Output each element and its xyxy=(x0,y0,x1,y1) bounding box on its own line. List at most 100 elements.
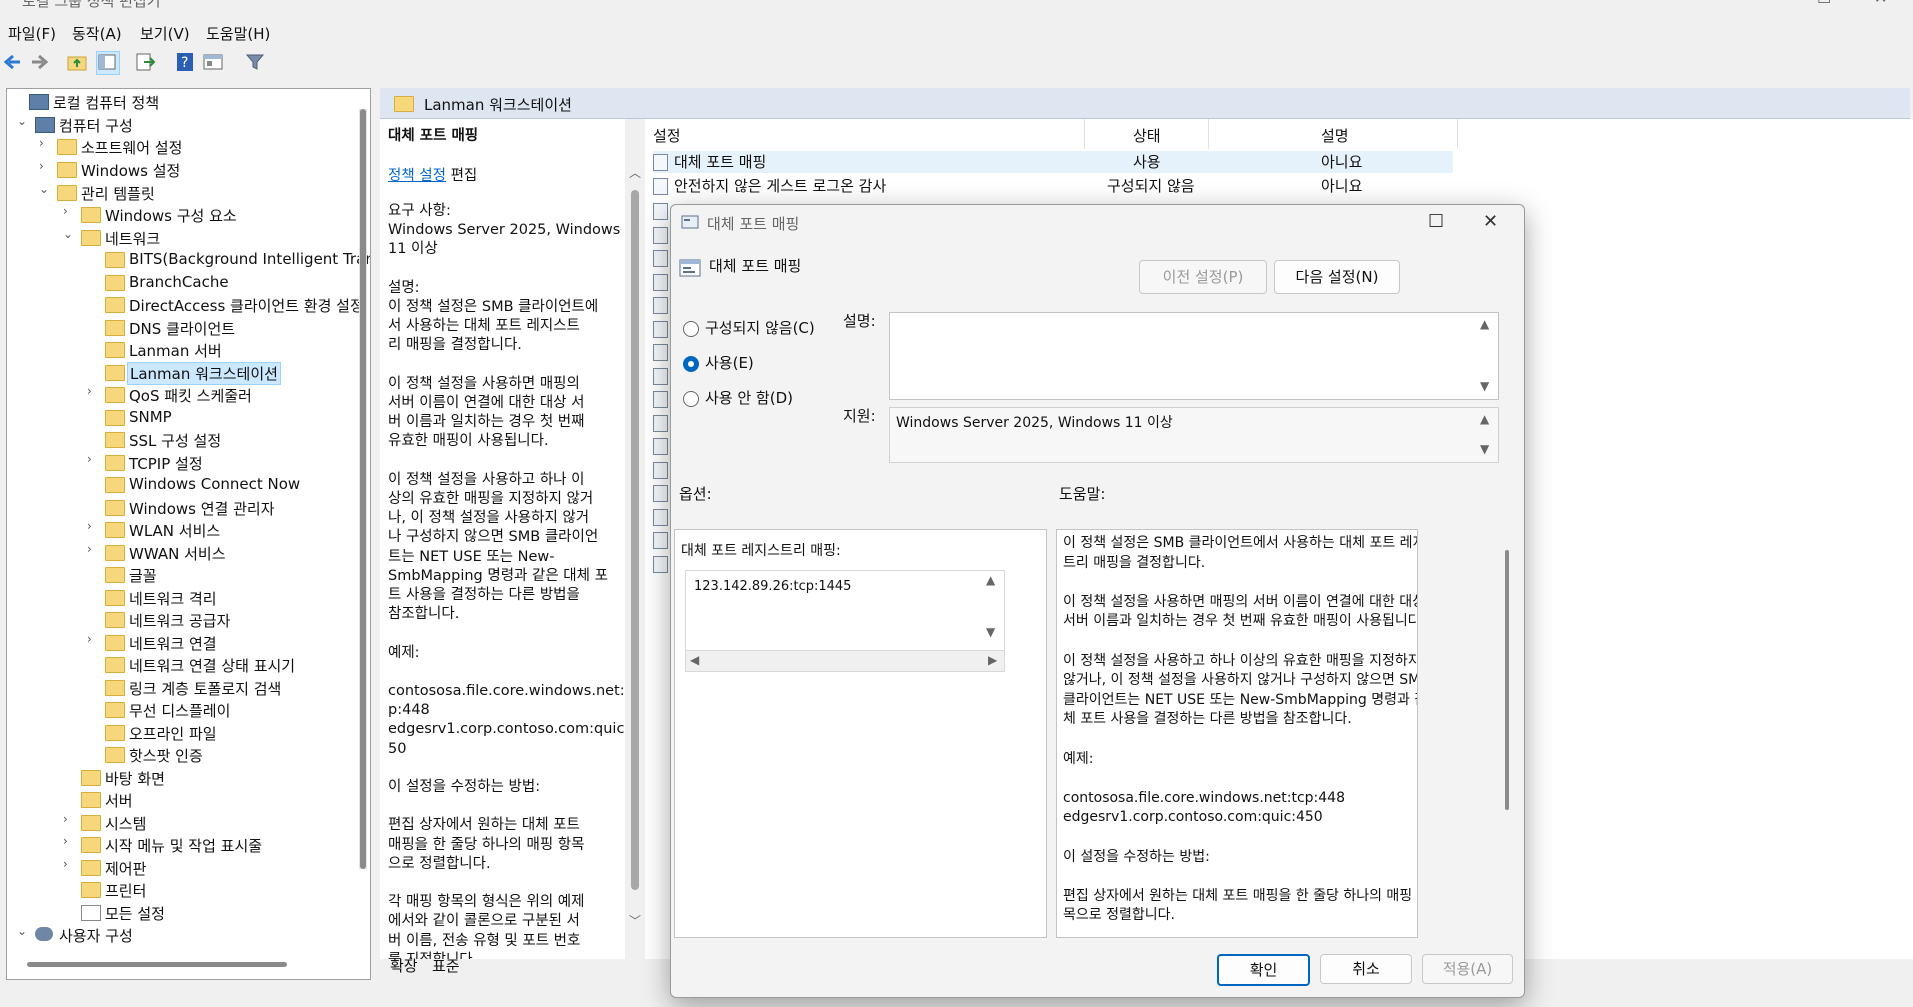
menu-help[interactable]: 도움말(H) xyxy=(206,23,270,44)
menu-view[interactable]: 보기(V) xyxy=(140,23,190,44)
heading-icon xyxy=(679,257,701,283)
menu-file[interactable]: 파일(F) xyxy=(8,23,56,44)
menu-action[interactable]: 동작(A) xyxy=(72,23,122,44)
help-label: 도움말: xyxy=(1059,485,1106,503)
up-folder-icon[interactable] xyxy=(66,51,88,73)
folder-icon xyxy=(105,612,125,628)
description-line: 상의 유효한 매핑을 지정하지 않거 xyxy=(388,491,594,507)
col-state[interactable]: 상태 xyxy=(1133,125,1161,146)
tab-standard[interactable]: 표준 xyxy=(432,955,460,976)
list-row[interactable]: 대체 포트 매핑 사용 아니요 xyxy=(653,151,1453,173)
help-icon[interactable]: ? xyxy=(174,51,196,73)
dialog-maximize-icon[interactable]: ☐ xyxy=(1428,211,1444,232)
help-line: 편집 상자에서 원하는 대체 포트 매핑을 한 줄당 하나의 매핑 항 xyxy=(1063,887,1418,904)
next-setting-button[interactable]: 다음 설정(N) xyxy=(1274,260,1400,294)
description-line: 서버 이름이 연결에 대한 대상 서 xyxy=(388,395,585,411)
tree-item-label: 서버 xyxy=(105,792,133,810)
folder-icon xyxy=(105,567,125,583)
folder-icon xyxy=(105,320,125,336)
description-line: 버 이름과 일치하는 경우 첫 번째 xyxy=(388,414,585,431)
chevron-right-icon[interactable]: › xyxy=(87,384,101,398)
tree-item-label: 시작 메뉴 및 작업 표시줄 xyxy=(105,837,263,855)
chevron-right-icon[interactable]: › xyxy=(87,519,101,533)
svg-text:?: ? xyxy=(181,55,188,71)
minimize-icon[interactable]: ─ xyxy=(1757,0,1767,7)
comment-label: 설명: xyxy=(843,312,876,330)
policy-icon xyxy=(653,438,668,455)
description-line: 서 사용하는 대체 포트 레지스트 xyxy=(388,318,580,335)
menu-bar: 파일(F) 동작(A) 보기(V) 도움말(H) xyxy=(0,18,1913,48)
help-line: 서버 이름과 일치하는 경우 첫 번째 유효한 매핑이 사용됩니다. xyxy=(1063,613,1418,630)
tab-extended[interactable]: 확장 xyxy=(390,955,418,976)
chevron-right-icon[interactable]: › xyxy=(39,159,53,173)
chevron-right-icon[interactable]: › xyxy=(87,452,101,466)
properties-icon[interactable] xyxy=(202,51,224,73)
chevron-right-icon[interactable]: › xyxy=(39,136,53,150)
description-line: 예제: xyxy=(388,644,420,661)
scroll-up-icon[interactable]: ︿ xyxy=(629,164,641,181)
toolbar: ? xyxy=(0,48,1913,78)
settings-list-icon xyxy=(81,905,101,921)
ok-button[interactable]: 확인 xyxy=(1217,954,1310,986)
tree-vscroll[interactable] xyxy=(359,109,367,869)
description-scrollbar[interactable]: ︿ ﹀ xyxy=(627,160,643,935)
show-hide-tree-icon[interactable] xyxy=(96,51,120,75)
dialog-close-icon[interactable]: ✕ xyxy=(1483,211,1498,232)
help-line: 이 정책 설정을 사용하고 하나 이상의 유효한 매핑을 지정하지 xyxy=(1063,652,1418,669)
tree-panel: 로컬 컴퓨터 정책 ⌄ 컴퓨터 구성 › 소프트웨어 설정 › Windows 설정 ⌄ 관리 … xyxy=(6,88,371,980)
help-scrollbar[interactable] xyxy=(1505,550,1509,810)
export-list-icon[interactable] xyxy=(134,51,156,73)
filter-icon[interactable] xyxy=(244,51,266,73)
folder-icon xyxy=(105,635,125,651)
radio-disabled[interactable]: 사용 안 함(D) xyxy=(683,387,793,408)
maximize-icon[interactable]: ☐ xyxy=(1817,0,1831,7)
mapping-textarea[interactable]: 123.142.89.26:tcp:1445 ▲ ▼ xyxy=(685,570,1005,652)
help-line: 않거나, 이 정책 설정을 사용하지 않거나 구성하지 않으면 SMB xyxy=(1063,672,1418,689)
comment-textbox[interactable]: ▲ ▼ xyxy=(889,312,1499,400)
chevron-down-icon[interactable]: ⌄ xyxy=(17,924,31,938)
help-line: 예제: xyxy=(1063,750,1094,767)
prev-setting-button[interactable]: 이전 설정(P) xyxy=(1139,260,1267,294)
close-icon[interactable]: ✕ xyxy=(1874,0,1887,7)
window-title: 로컬 그룹 정책 편집기 xyxy=(22,0,161,10)
help-line: 이 설정을 수정하는 방법: xyxy=(1063,848,1210,865)
tree-item-label: 로컬 컴퓨터 정책 xyxy=(53,94,160,112)
description-line: 각 매핑 항목의 형식은 위의 예제 xyxy=(388,894,585,911)
chevron-right-icon[interactable]: › xyxy=(87,542,101,556)
list-row[interactable]: 안전하지 않은 게스트 로그온 감사 구성되지 않음 아니요 xyxy=(653,175,1453,197)
chevron-right-icon[interactable]: › xyxy=(63,857,77,871)
folder-icon xyxy=(105,747,125,763)
radio-not-configured[interactable]: 구성되지 않음(C) xyxy=(683,317,815,338)
chevron-right-icon[interactable]: › xyxy=(63,204,77,218)
chevron-down-icon[interactable]: ⌄ xyxy=(39,182,53,196)
tree-item-label: BranchCache xyxy=(129,273,229,291)
folder-icon xyxy=(105,680,125,696)
folder-icon xyxy=(57,162,77,178)
chevron-right-icon[interactable]: › xyxy=(87,632,101,646)
chevron-down-icon[interactable]: ⌄ xyxy=(17,114,31,128)
tree-item-label: 네트워크 공급자 xyxy=(129,612,231,630)
description-line: contososa.file.core.windows.net:tc xyxy=(388,683,625,699)
tree-item-label: BITS(Background Intelligent Transfer Ser… xyxy=(129,250,370,268)
radio-enabled[interactable]: 사용(E) xyxy=(683,352,754,373)
folder-icon xyxy=(105,477,125,493)
tree-item-label: 네트워크 xyxy=(105,230,161,248)
cancel-button[interactable]: 취소 xyxy=(1320,954,1412,984)
forward-icon[interactable] xyxy=(28,51,50,73)
policy-setting-link[interactable]: 정책 설정 xyxy=(388,168,446,184)
policy-icon xyxy=(653,508,668,526)
dialog-heading: 대체 포트 매핑 xyxy=(709,257,802,275)
back-icon[interactable] xyxy=(2,51,24,73)
chevron-right-icon[interactable]: › xyxy=(63,812,77,826)
chevron-right-icon[interactable]: › xyxy=(63,834,77,848)
policy-icon xyxy=(653,250,668,267)
apply-button[interactable]: 적용(A) xyxy=(1422,954,1513,984)
scroll-down-icon[interactable]: ﹀ xyxy=(629,912,641,929)
chevron-down-icon[interactable]: ⌄ xyxy=(63,227,77,241)
col-setting[interactable]: 설정 xyxy=(653,125,681,146)
mapping-hscroll[interactable]: ◀ ▶ xyxy=(685,650,1005,672)
tree-hscroll[interactable] xyxy=(27,962,287,967)
description-line: 트 사용을 결정하는 다른 방법을 xyxy=(388,587,580,603)
policy-icon xyxy=(653,555,668,573)
col-comment[interactable]: 설명 xyxy=(1321,125,1349,146)
